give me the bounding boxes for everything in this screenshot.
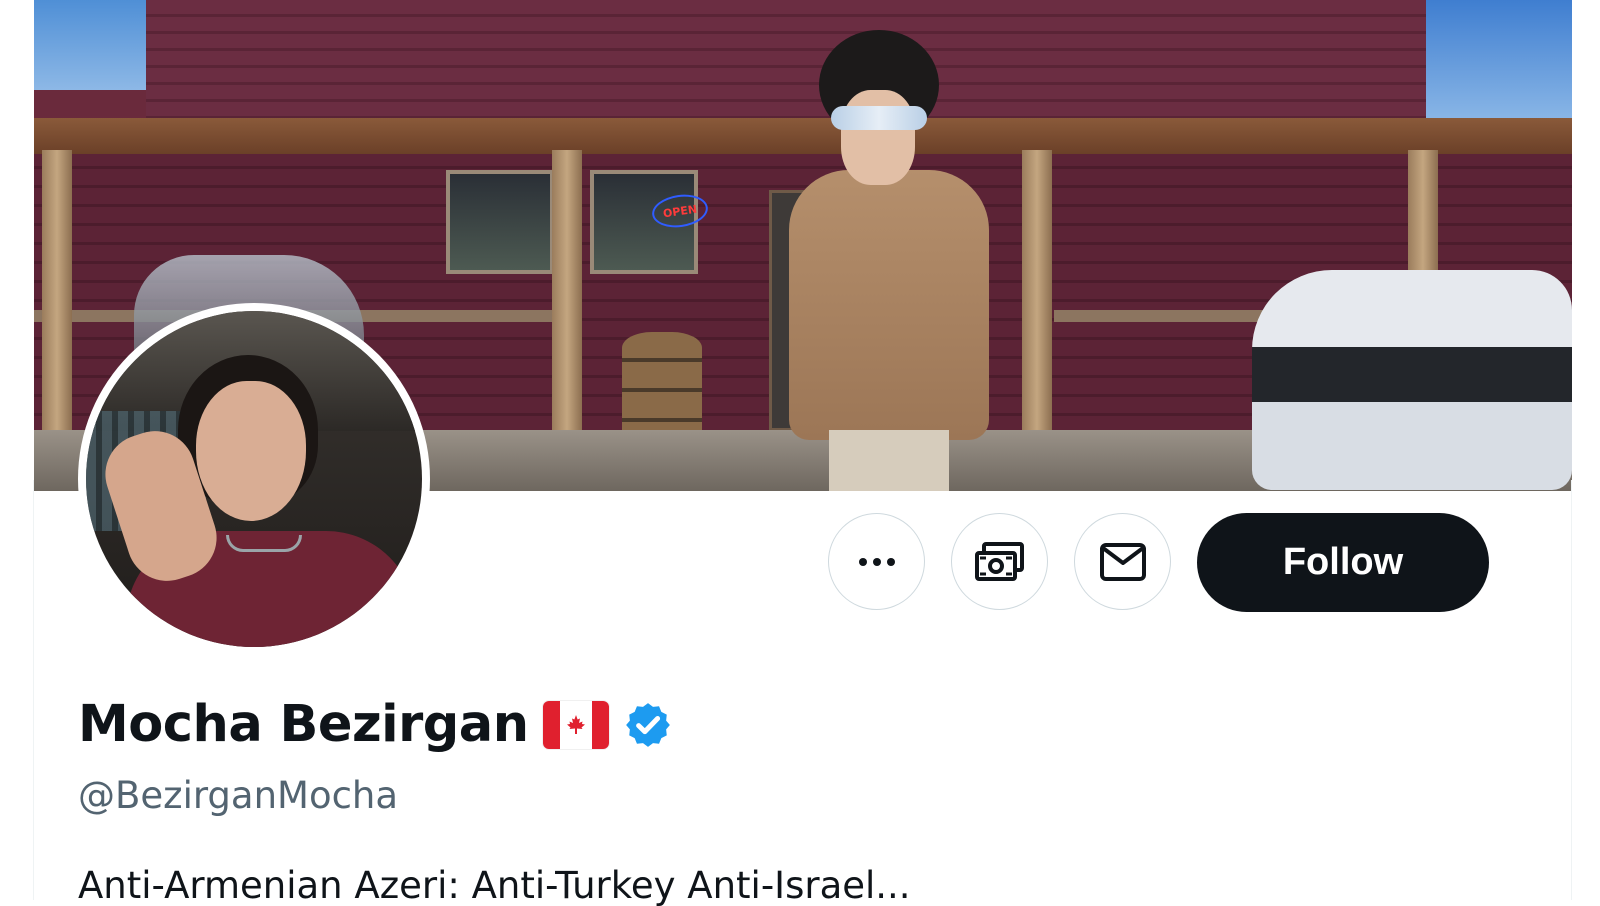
right-gutter xyxy=(1572,0,1600,900)
profile-avatar[interactable] xyxy=(78,303,430,655)
name-row: Mocha Bezirgan xyxy=(78,695,673,754)
follow-button[interactable]: Follow xyxy=(1197,513,1489,612)
avatar-image xyxy=(86,311,422,647)
message-button[interactable] xyxy=(1074,513,1171,610)
banner-person xyxy=(779,30,999,491)
verified-badge-icon[interactable] xyxy=(623,700,673,750)
tip-button[interactable] xyxy=(951,513,1048,610)
profile-bio: Anti-Armenian Azeri: Anti-Turkey Anti-Is… xyxy=(78,866,911,906)
left-gutter xyxy=(0,0,34,900)
envelope-icon xyxy=(1099,542,1146,581)
motorcycle-right xyxy=(1252,270,1572,490)
more-horizontal-icon xyxy=(858,557,895,566)
profile-handle: @BezirganMocha xyxy=(78,774,399,817)
display-name: Mocha Bezirgan xyxy=(78,695,529,754)
money-icon xyxy=(974,541,1024,581)
more-options-button[interactable] xyxy=(828,513,925,610)
canada-flag-icon xyxy=(542,700,609,749)
